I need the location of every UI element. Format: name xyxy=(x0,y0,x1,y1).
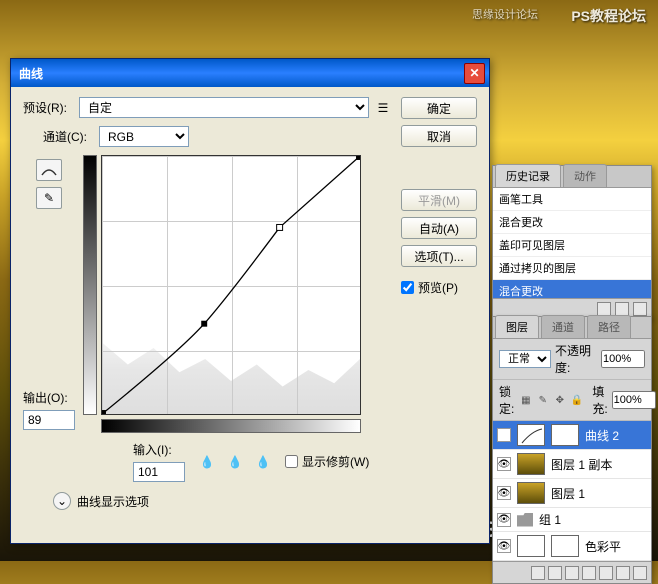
lock-move-icon[interactable]: ✥ xyxy=(552,393,567,408)
layer-thumb xyxy=(517,424,545,446)
layer-row[interactable]: 👁 图层 1 xyxy=(493,479,651,508)
eyedropper-black-icon[interactable]: 💧 xyxy=(197,452,217,472)
layer-name: 图层 1 xyxy=(551,485,585,502)
layer-name: 色彩平 xyxy=(585,538,621,555)
blend-mode-select[interactable]: 正常 xyxy=(499,350,551,368)
close-button[interactable]: ✕ xyxy=(464,63,485,84)
group-icon[interactable] xyxy=(599,566,613,580)
mask-thumb xyxy=(551,424,579,446)
link-icon[interactable] xyxy=(531,566,545,580)
preset-menu-icon[interactable]: ☰ xyxy=(375,100,391,116)
expand-options-icon[interactable]: ⌄ xyxy=(53,492,71,510)
curve-graph[interactable] xyxy=(101,155,361,415)
pencil-tool-icon[interactable]: ✎ xyxy=(36,187,62,209)
options-button[interactable]: 选项(T)... xyxy=(401,245,477,267)
display-options-label: 曲线显示选项 xyxy=(77,493,149,510)
output-input[interactable] xyxy=(23,410,75,430)
folder-icon xyxy=(517,513,533,527)
mask-icon[interactable] xyxy=(565,566,579,580)
new-doc-icon[interactable] xyxy=(615,302,629,316)
eyedropper-gray-icon[interactable]: 💧 xyxy=(225,452,245,472)
auto-button[interactable]: 自动(A) xyxy=(401,217,477,239)
curve-tool-icon[interactable] xyxy=(36,159,62,181)
input-input[interactable] xyxy=(133,462,185,482)
preset-label: 预设(R): xyxy=(23,99,73,116)
layers-panel: 图层 通道 路径 正常 不透明度: 锁定: ▦ ✎ ✥ 🔒 填充: 👁 曲线 2… xyxy=(492,316,652,584)
opacity-input[interactable] xyxy=(601,350,645,368)
history-list: 画笔工具 混合更改 盖印可见图层 通过拷贝的图层 混合更改 xyxy=(493,188,651,298)
fx-icon[interactable] xyxy=(548,566,562,580)
layer-name: 曲线 2 xyxy=(585,427,619,444)
titlebar: 曲线 ✕ xyxy=(11,59,489,87)
layer-name: 图层 1 副本 xyxy=(551,456,612,473)
input-label: 输入(I): xyxy=(133,441,185,458)
mask-thumb xyxy=(551,535,579,557)
visibility-icon[interactable]: 👁 xyxy=(497,539,511,553)
history-item[interactable]: 混合更改 xyxy=(493,280,651,298)
layer-thumb xyxy=(517,535,545,557)
cancel-button[interactable]: 取消 xyxy=(401,125,477,147)
layer-row[interactable]: 👁 图层 1 副本 xyxy=(493,450,651,479)
tab-history[interactable]: 历史记录 xyxy=(495,164,561,187)
ok-button[interactable]: 确定 xyxy=(401,97,477,119)
new-layer-icon[interactable] xyxy=(616,566,630,580)
eyedropper-white-icon[interactable]: 💧 xyxy=(253,452,273,472)
layer-row[interactable]: 👁 曲线 2 xyxy=(493,421,651,450)
visibility-icon[interactable]: 👁 xyxy=(497,428,511,442)
layer-row[interactable]: 👁 色彩平 xyxy=(493,532,651,561)
watermark-top2: 思缘设计论坛 xyxy=(472,6,538,22)
fill-input[interactable] xyxy=(612,391,656,409)
tab-channels[interactable]: 通道 xyxy=(541,315,585,338)
lock-label: 锁定: xyxy=(499,383,514,417)
curves-dialog: 曲线 ✕ 预设(R): 自定 ☰ 通道(C): RGB ✎ 输出(O): xyxy=(10,58,490,544)
layer-name: 组 1 xyxy=(539,511,561,528)
lock-all-icon[interactable]: 🔒 xyxy=(569,393,584,408)
show-clip-checkbox[interactable]: 显示修剪(W) xyxy=(285,453,369,470)
visibility-icon[interactable]: 👁 xyxy=(497,486,511,500)
horizontal-gradient xyxy=(101,419,361,433)
history-item[interactable]: 画笔工具 xyxy=(493,188,651,211)
tab-actions[interactable]: 动作 xyxy=(563,164,607,187)
output-label: 输出(O): xyxy=(23,389,75,406)
opacity-label: 不透明度: xyxy=(555,342,597,376)
curve-line xyxy=(102,156,360,414)
channel-label: 通道(C): xyxy=(43,128,93,145)
dialog-title: 曲线 xyxy=(19,65,464,82)
history-item[interactable]: 盖印可见图层 xyxy=(493,234,651,257)
layer-row[interactable]: 👁 组 1 xyxy=(493,508,651,532)
layer-thumb xyxy=(517,453,545,475)
history-panel: 历史记录 动作 画笔工具 混合更改 盖印可见图层 通过拷贝的图层 混合更改 xyxy=(492,165,652,319)
trash-icon[interactable] xyxy=(633,566,647,580)
tab-layers[interactable]: 图层 xyxy=(495,315,539,338)
smooth-button: 平滑(M) xyxy=(401,189,477,211)
new-snapshot-icon[interactable] xyxy=(597,302,611,316)
layer-thumb xyxy=(517,482,545,504)
tab-paths[interactable]: 路径 xyxy=(587,315,631,338)
trash-icon[interactable] xyxy=(633,302,647,316)
history-item[interactable]: 混合更改 xyxy=(493,211,651,234)
lock-brush-icon[interactable]: ✎ xyxy=(535,393,550,408)
visibility-icon[interactable]: 👁 xyxy=(497,513,511,527)
history-item[interactable]: 通过拷贝的图层 xyxy=(493,257,651,280)
lock-pixels-icon[interactable]: ▦ xyxy=(518,393,533,408)
preset-select[interactable]: 自定 xyxy=(79,97,369,118)
vertical-gradient xyxy=(83,155,97,415)
visibility-icon[interactable]: 👁 xyxy=(497,457,511,471)
preview-checkbox[interactable]: 预览(P) xyxy=(401,279,477,296)
channel-select[interactable]: RGB xyxy=(99,126,189,147)
watermark-top: PS教程论坛 xyxy=(571,6,646,26)
adjustment-icon[interactable] xyxy=(582,566,596,580)
fill-label: 填充: xyxy=(592,383,607,417)
